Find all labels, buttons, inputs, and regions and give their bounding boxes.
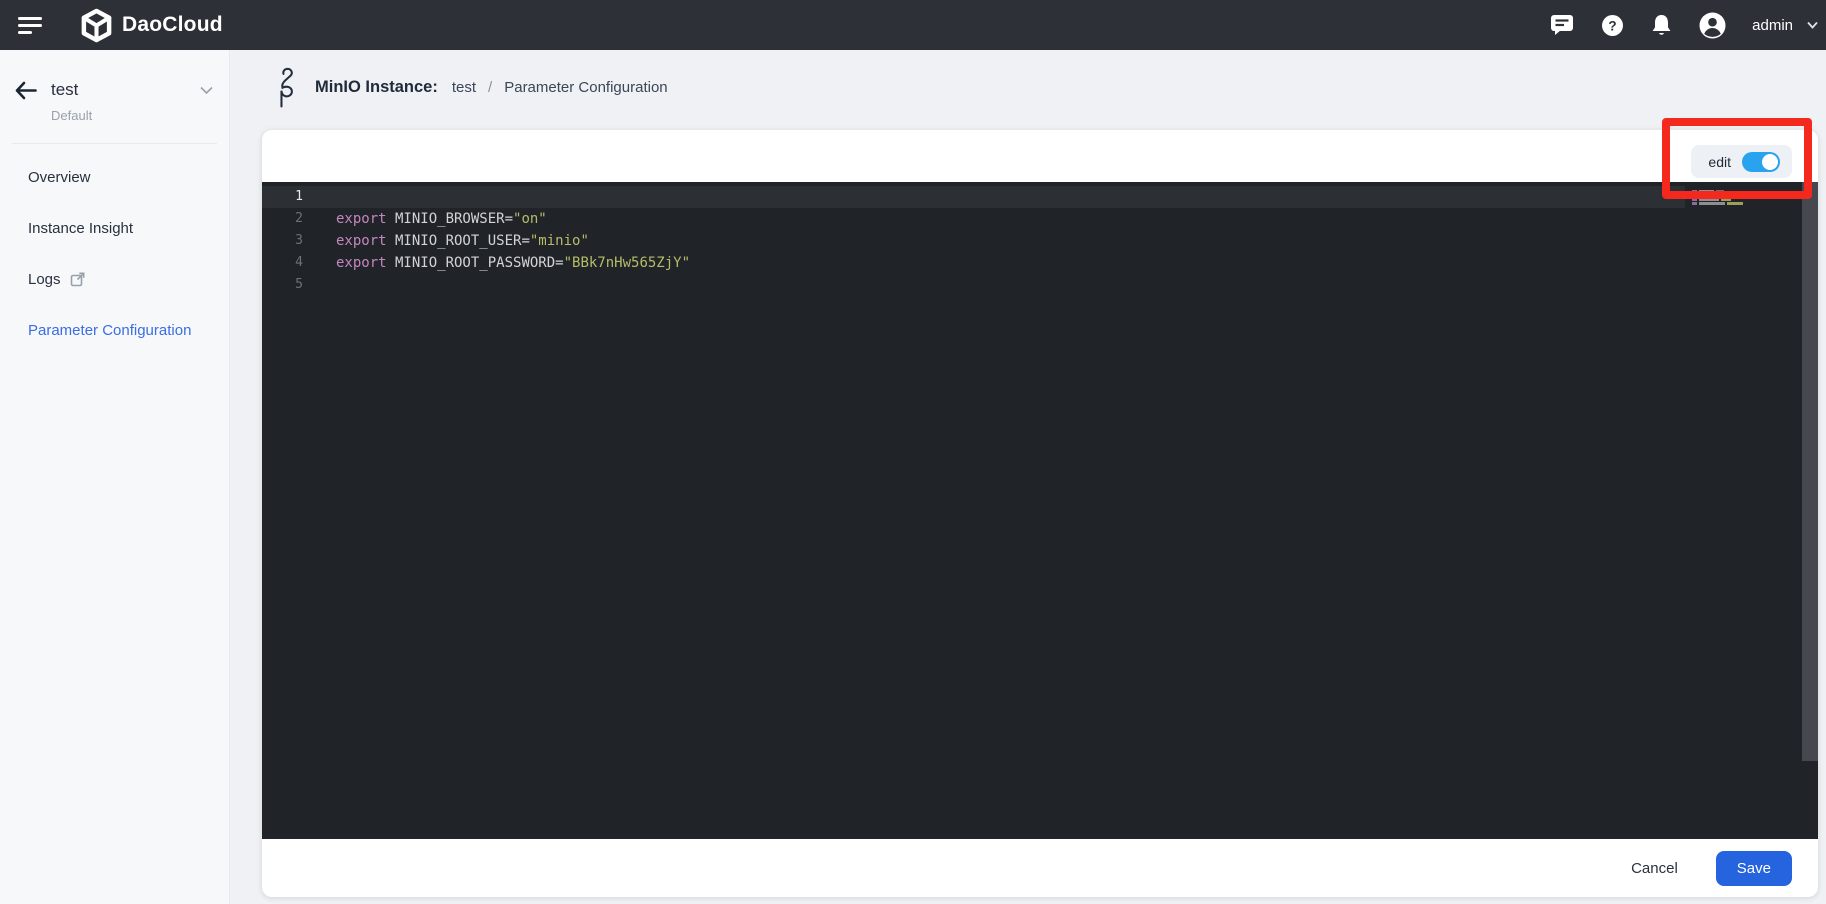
menu-icon[interactable] bbox=[18, 13, 42, 38]
breadcrumb-separator: / bbox=[488, 79, 492, 96]
minimap-row bbox=[1692, 202, 1745, 205]
sidebar-divider bbox=[12, 143, 217, 144]
chat-icon[interactable] bbox=[1550, 14, 1575, 37]
sidebar-item-label: Instance Insight bbox=[28, 220, 133, 237]
instance-name[interactable]: test bbox=[51, 80, 200, 100]
line-number: 1 bbox=[262, 186, 303, 208]
sidebar: test Default Overview Instance Insight L… bbox=[0, 50, 230, 904]
daocloud-logo-icon bbox=[80, 8, 113, 43]
code-editor[interactable]: 12 export MINIO_BROWSER="on" 3 export MINIO… bbox=[262, 182, 1818, 839]
code-text: export MINIO_ROOT_USER="minio" bbox=[336, 230, 589, 252]
edit-toggle-pill: edit bbox=[1691, 145, 1792, 178]
sidebar-item-overview[interactable]: Overview bbox=[0, 152, 229, 203]
save-button[interactable]: Save bbox=[1716, 851, 1792, 886]
sidebar-item-label: Parameter Configuration bbox=[28, 322, 191, 339]
code-line[interactable]: 2 export MINIO_BROWSER="on" bbox=[262, 208, 1818, 230]
external-link-icon bbox=[70, 272, 85, 287]
back-button[interactable] bbox=[14, 81, 37, 100]
code-text: export MINIO_ROOT_PASSWORD="BBk7nHw565Zj… bbox=[336, 252, 690, 274]
minimap-row bbox=[1692, 190, 1745, 193]
instance-chevron-icon[interactable] bbox=[200, 86, 213, 95]
line-number: 3 bbox=[262, 230, 303, 252]
sidebar-item-label: Overview bbox=[28, 169, 91, 186]
content-card: edit 12 export MINIO_BROWSER="on" 3 export … bbox=[262, 130, 1818, 897]
avatar-icon[interactable] bbox=[1699, 12, 1726, 39]
bell-icon[interactable] bbox=[1650, 13, 1673, 38]
code-text: export MINIO_BROWSER="on" bbox=[336, 208, 547, 230]
code-line[interactable]: 5 bbox=[262, 274, 1818, 296]
sidebar-item-logs[interactable]: Logs bbox=[0, 254, 229, 305]
code-editor-lines: 12 export MINIO_BROWSER="on" 3 export MINIO… bbox=[262, 186, 1818, 296]
sidebar-nav: Overview Instance Insight Logs Parameter… bbox=[0, 152, 229, 356]
line-number: 2 bbox=[262, 208, 303, 230]
line-number: 5 bbox=[262, 274, 303, 296]
topbar: DaoCloud ? bbox=[0, 0, 1826, 50]
breadcrumb-instance[interactable]: test bbox=[452, 79, 476, 96]
brand-name: DaoCloud bbox=[122, 13, 223, 37]
username[interactable]: admin bbox=[1752, 17, 1793, 34]
code-line[interactable]: 3 export MINIO_ROOT_USER="minio" bbox=[262, 230, 1818, 252]
topbar-actions: ? admin bbox=[1550, 12, 1818, 39]
card-footer: Cancel Save bbox=[262, 839, 1818, 897]
line-number: 4 bbox=[262, 252, 303, 274]
code-line[interactable]: 4 export MINIO_ROOT_PASSWORD="BBk7nHw565Z… bbox=[262, 252, 1818, 274]
minimap-row bbox=[1692, 194, 1745, 197]
sidebar-item-parameter-configuration[interactable]: Parameter Configuration bbox=[0, 305, 229, 356]
code-line[interactable]: 1 bbox=[262, 186, 1818, 208]
svg-text:?: ? bbox=[1609, 18, 1617, 33]
minio-logo-icon bbox=[272, 65, 298, 110]
brand: DaoCloud bbox=[80, 8, 223, 43]
minimap[interactable] bbox=[1692, 190, 1745, 205]
sidebar-item-label: Logs bbox=[28, 271, 61, 288]
breadcrumb-current: Parameter Configuration bbox=[504, 79, 667, 96]
breadcrumb: MinIO Instance: test / Parameter Configu… bbox=[230, 50, 1826, 130]
toggle-knob bbox=[1762, 154, 1778, 170]
workspace-label: Default bbox=[51, 108, 229, 123]
minimap-row bbox=[1692, 198, 1745, 201]
edit-toggle-switch[interactable] bbox=[1742, 152, 1780, 172]
editor-scrollbar[interactable] bbox=[1802, 182, 1818, 761]
help-icon[interactable]: ? bbox=[1601, 14, 1624, 37]
sidebar-item-instance-insight[interactable]: Instance Insight bbox=[0, 203, 229, 254]
breadcrumb-title: MinIO Instance: bbox=[315, 78, 438, 97]
card-toolbar: edit bbox=[262, 130, 1818, 182]
cancel-button[interactable]: Cancel bbox=[1625, 859, 1684, 878]
user-chevron-icon[interactable] bbox=[1807, 21, 1818, 29]
edit-toggle-label: edit bbox=[1708, 154, 1731, 170]
